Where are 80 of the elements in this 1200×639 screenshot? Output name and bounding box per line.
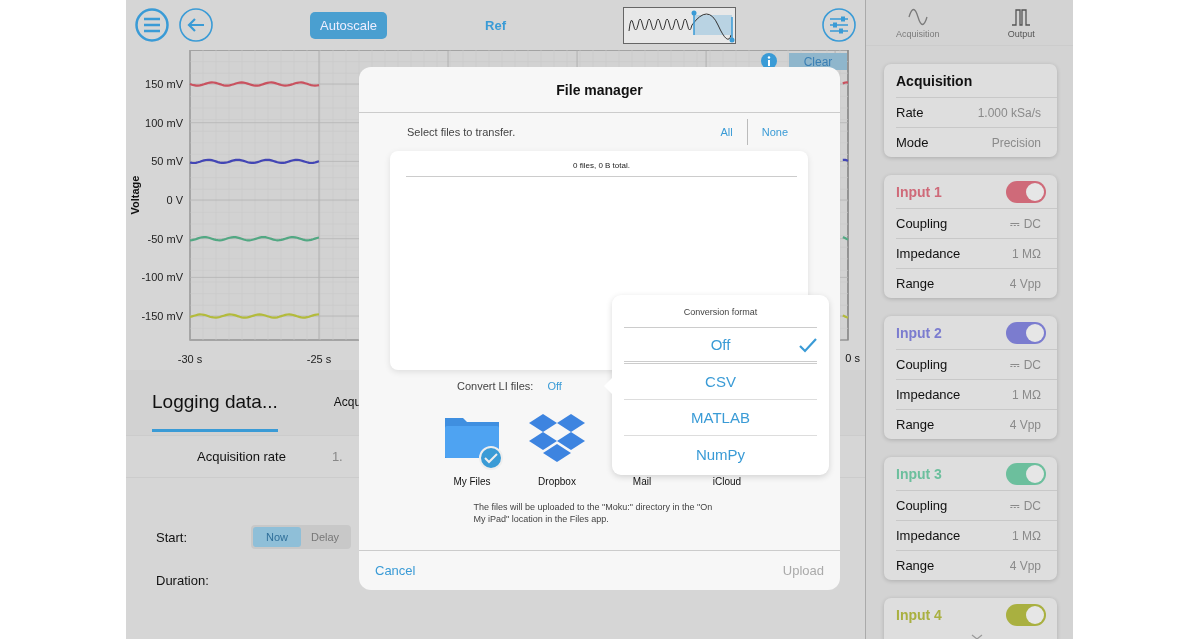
y-tick-label: -150 mV	[141, 310, 183, 323]
card-title: Input 1	[896, 183, 942, 200]
folder-icon[interactable]	[445, 418, 499, 458]
x-tick-label: -30 s	[177, 353, 203, 365]
destination-label[interactable]: Mail	[632, 476, 652, 487]
setting-value: ⎓ DC	[1010, 498, 1041, 513]
setting-label: Impedance	[896, 387, 961, 402]
format-option[interactable]: Off	[624, 328, 817, 364]
toggle-switch[interactable]	[1006, 321, 1046, 344]
rate-label: Acquisition rate	[197, 449, 286, 464]
setting-value: ⎓ DC	[1010, 216, 1041, 231]
setting-label: Range	[896, 276, 935, 291]
start-label: Start:	[156, 529, 189, 545]
menu-icon[interactable]	[135, 8, 169, 42]
segment-option[interactable]: Now	[253, 527, 301, 547]
card-title: Input 4	[896, 606, 942, 623]
y-tick-label: 150 mV	[145, 78, 183, 91]
sidebar-tab[interactable]: Acquisition	[866, 0, 970, 45]
setting-label: Mode	[896, 135, 929, 150]
destination-label[interactable]: iCloud	[712, 476, 742, 487]
setting-value: 1 MΩ	[1012, 246, 1041, 261]
dropbox-icon[interactable]	[529, 414, 585, 462]
toggle-switch[interactable]	[1006, 180, 1046, 203]
settings-sliders-icon[interactable]	[822, 8, 857, 42]
popover-title: Conversion format	[624, 295, 817, 328]
checkmark-icon	[799, 338, 817, 353]
autoscale-button[interactable]: Autoscale	[310, 11, 388, 39]
x-tick-label: -25 s	[306, 353, 332, 365]
y-tick-label: -100 mV	[141, 271, 183, 284]
y-tick-label: 100 mV	[145, 116, 183, 129]
format-option[interactable]: CSV	[624, 364, 817, 400]
duration-label: Duration:	[156, 573, 210, 588]
ref-button[interactable]: Ref	[485, 17, 507, 33]
setting-label: Impedance	[896, 528, 961, 543]
select-prompt: Select files to transfer.	[407, 126, 517, 138]
destination-label[interactable]: Dropbox	[538, 476, 576, 487]
setting-label: Coupling	[896, 216, 948, 231]
setting-value: 1 MΩ	[1012, 387, 1041, 402]
toggle-switch[interactable]	[1006, 603, 1046, 626]
x-tick-label: 0 s	[845, 352, 860, 364]
select-none-link[interactable]: None	[747, 124, 802, 140]
sine-wave-icon	[906, 6, 929, 27]
setting-value: 4 Vpp	[1009, 558, 1041, 573]
setting-value: ⎓ DC	[1010, 357, 1041, 372]
card-title: Input 2	[896, 324, 942, 341]
y-tick-label: -50 mV	[147, 232, 183, 245]
convert-format-link[interactable]: Off	[545, 380, 564, 392]
setting-value: 4 Vpp	[1009, 417, 1041, 432]
setting-label: Impedance	[896, 246, 961, 261]
card-title: Input 3	[896, 465, 942, 482]
waveform-overview-drawing[interactable]	[623, 6, 737, 44]
setting-value: 1 MΩ	[1012, 528, 1041, 543]
setting-label: Coupling	[896, 498, 948, 513]
setting-label: Range	[896, 417, 935, 432]
setting-label: Coupling	[896, 357, 948, 372]
pulse-wave-icon	[1010, 6, 1033, 27]
card-title: Acquisition	[896, 72, 973, 89]
setting-label: Range	[896, 558, 935, 573]
cancel-button[interactable]: Cancel	[375, 561, 416, 580]
panel-tab[interactable]: Logging data...	[152, 373, 278, 432]
y-tick-label: 50 mV	[151, 155, 183, 168]
toggle-switch[interactable]	[1006, 462, 1046, 485]
sidebar-tab[interactable]: Output	[969, 0, 1073, 45]
rate-value: 1.	[331, 449, 343, 464]
axis-title: Voltage	[129, 175, 141, 215]
setting-value: 1.000 kSa/s	[977, 105, 1041, 120]
setting-value: 4 Vpp	[1009, 276, 1041, 291]
dialog-title: File manager	[556, 81, 643, 98]
format-option[interactable]: NumPy	[624, 436, 817, 472]
setting-label: Rate	[896, 105, 924, 120]
convert-label: Convert LI files:	[457, 380, 534, 392]
select-all-link[interactable]: All	[706, 124, 747, 140]
format-option[interactable]: MATLAB	[624, 400, 817, 436]
back-icon[interactable]	[179, 8, 213, 42]
y-tick-label: 0 V	[166, 194, 183, 207]
segment-option[interactable]: Delay	[301, 527, 349, 547]
file-summary: 0 files, 0 B total.	[406, 151, 797, 177]
destination-label[interactable]: My Files	[453, 476, 491, 487]
upload-note: The files will be uploaded to the "Moku:" directory in the "On My iPad" location in the Files app.	[473, 501, 714, 525]
setting-value: Precision	[991, 135, 1041, 150]
